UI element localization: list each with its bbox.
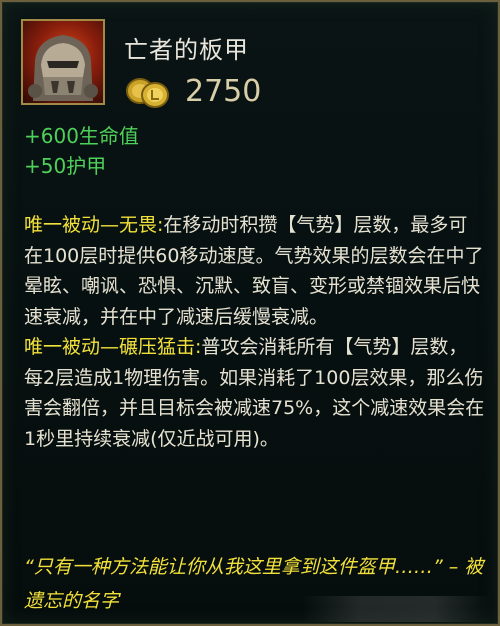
passive-label-dreadnought: 唯一被动—无畏: xyxy=(24,214,164,236)
item-description: 唯一被动—无畏:在移动时积攒【气势】层数，最多可在100层时提供60移动速度。气… xyxy=(24,210,486,454)
item-name: 亡者的板甲 xyxy=(124,36,249,64)
dead-mans-plate-helmet-icon xyxy=(21,19,105,105)
stat-armor: +50护甲 xyxy=(24,154,107,178)
stat-health: +600生命值 xyxy=(24,124,139,148)
gold-coin-icon xyxy=(124,77,172,109)
item-price: 2750 xyxy=(185,74,262,109)
passive-label-crushing-blow: 唯一被动—碾压猛击: xyxy=(24,336,202,358)
watermark xyxy=(302,596,492,622)
item-tooltip: 亡者的板甲 2750 +600生命值 +50护甲 唯一被动—无畏:在移动时积攒【… xyxy=(0,0,500,626)
